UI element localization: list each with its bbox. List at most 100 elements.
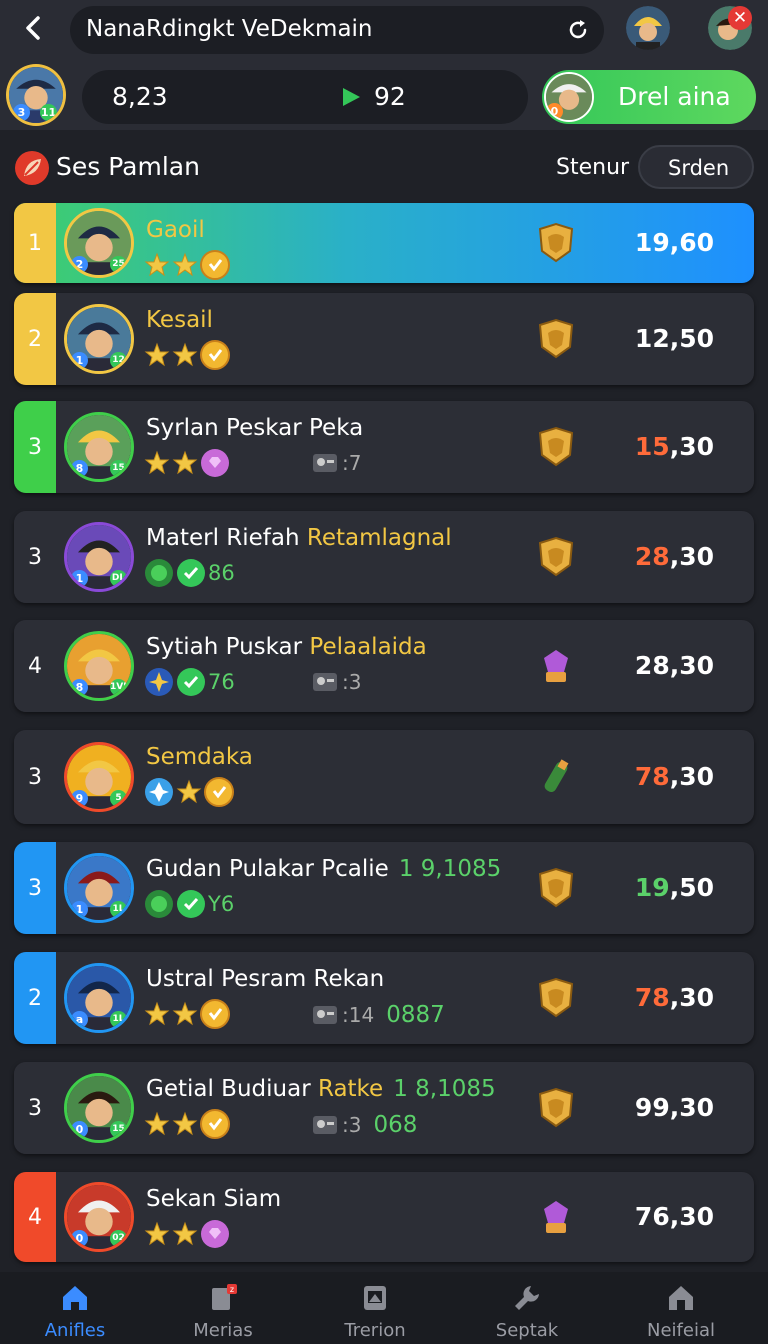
purple-gem-icon[interactable] <box>534 1195 578 1239</box>
green-token-icon <box>145 890 173 918</box>
player-score: 78,30 <box>634 983 714 1012</box>
player-score: 19,60 <box>634 228 714 257</box>
star-icon <box>144 450 170 475</box>
coin-icon <box>200 999 230 1029</box>
player-avatar[interactable]: 8 1VL <box>64 631 134 701</box>
player-name: Ustral Pesram Rekan <box>146 966 394 992</box>
purple-gem-icon[interactable] <box>534 644 578 688</box>
player-extra-score: 1 9,1085 <box>398 856 502 882</box>
nav-media[interactable]: z Merias <box>148 1272 298 1344</box>
player-avatar[interactable]: a 1L <box>64 963 134 1033</box>
player-level-badge: 1 <box>71 901 88 918</box>
shield-trophy-icon[interactable] <box>534 535 578 579</box>
shield-trophy-icon[interactable] <box>534 866 578 910</box>
player-level-badge: 1 <box>71 570 88 587</box>
player-name-text: Sekan Siam <box>146 1186 282 1212</box>
player-name-highlight: Retamlagnal <box>306 525 452 551</box>
friend-avatar[interactable] <box>626 6 670 50</box>
sort-label[interactable]: Stenur <box>556 155 629 180</box>
map-icon <box>364 1286 386 1310</box>
leaderboard-row[interactable]: 3 9 5 Semdaka 78,30 <box>14 730 754 824</box>
shield-trophy-icon[interactable] <box>534 317 578 361</box>
player-level-badge: 9 <box>71 790 88 807</box>
player-avatar[interactable]: 8 15 <box>64 412 134 482</box>
action-avatar: 0 <box>544 72 594 122</box>
player-level-badge: 8 <box>71 460 88 477</box>
search-bar[interactable]: NanaRdingkt VeDekmain <box>70 6 604 54</box>
diamond-icon <box>145 778 173 806</box>
close-badge-icon[interactable]: ✕ <box>728 6 752 30</box>
rating-stars: Y6 <box>144 888 234 920</box>
rank-cell: 2 <box>14 293 56 385</box>
team-count: :14 <box>342 1003 375 1027</box>
player-score: 28,30 <box>634 651 714 680</box>
score-whole: 15 <box>634 432 670 461</box>
house-icon <box>669 1286 693 1310</box>
token-count: 76 <box>208 670 235 694</box>
team-meta: :3 <box>312 670 361 694</box>
leaderboard-row[interactable]: 2 a 1L Ustral Pesram Rekan:14 0887 78,30 <box>14 952 754 1044</box>
nav-settings[interactable]: Septak <box>452 1272 602 1344</box>
shield-trophy-icon[interactable] <box>534 1086 578 1130</box>
leaderboard-row[interactable]: 1 2 25 Gaoil 19,60 <box>14 203 754 283</box>
team-extra: 068 <box>373 1112 418 1138</box>
team-meta: :3 068 <box>312 1112 417 1138</box>
leaderboard-row[interactable]: 3 8 15 Syrlan Peskar Peka:7 15,30 <box>14 401 754 493</box>
player-rank-badge: 1L <box>110 1011 127 1028</box>
rank-cell: 3 <box>14 842 56 934</box>
player-name: Sytiah Puskar Pelaalaida <box>146 634 437 660</box>
star-icon <box>172 1221 198 1246</box>
team-icon <box>313 454 337 472</box>
sort-button[interactable]: Srden <box>638 145 754 189</box>
player-avatar[interactable]: 95 <box>64 742 134 812</box>
player-name: Materl Riefah Retamlagnal <box>146 525 462 551</box>
my-avatar[interactable]: 3 11 <box>6 64 66 126</box>
player-score: 99,30 <box>634 1093 714 1122</box>
player-avatar[interactable]: 1 1L <box>64 853 134 923</box>
player-avatar[interactable]: 0 02 <box>64 1182 134 1252</box>
leaderboard-row[interactable]: 4 8 1VL Sytiah Puskar Pelaalaida 76:3 28,30 <box>14 620 754 712</box>
star-icon <box>172 1001 198 1026</box>
check-badge-icon <box>177 890 205 918</box>
shield-trophy-icon[interactable] <box>534 425 578 469</box>
player-avatar[interactable]: 1 12 <box>64 304 134 374</box>
shield-trophy-icon[interactable] <box>534 221 578 265</box>
refresh-icon[interactable] <box>566 18 590 42</box>
team-count: :7 <box>342 451 362 475</box>
score-fraction: 30 <box>679 762 714 791</box>
rank-cell: 3 <box>14 401 56 493</box>
player-name-highlight: Pelaalaida <box>309 634 427 660</box>
stats-pill: 8,23 92 <box>82 70 528 124</box>
top-bar: NanaRdingkt VeDekmain ✕ 3 11 8,23 92 0 D… <box>0 0 768 130</box>
player-avatar[interactable]: 2 25 <box>64 208 134 278</box>
player-level-badge: a <box>71 1011 88 1028</box>
home-icon <box>63 1286 87 1310</box>
score-whole: 28 <box>634 542 670 571</box>
player-avatar[interactable]: 1 DL <box>64 522 134 592</box>
nav-terrain[interactable]: Trerion <box>300 1272 450 1344</box>
leaderboard-row[interactable]: 3 0 15 Getial Budiuar Ratke 1 8,1085:3 068 99,… <box>14 1062 754 1154</box>
coin-icon <box>200 250 230 280</box>
nav-home[interactable]: Anifles <box>0 1272 150 1344</box>
leaderboard-row[interactable]: 3 1 1L Gudan Pulakar Pcalie 1 9,1085 Y6 19,50 <box>14 842 754 934</box>
player-name: Getial Budiuar Ratke 1 8,1085 <box>146 1076 496 1102</box>
nav-profile[interactable]: Neifeial <box>606 1272 756 1344</box>
leaderboard-row[interactable]: 2 1 12 Kesail 12,50 <box>14 293 754 385</box>
score-whole: 78 <box>634 983 670 1012</box>
shield-trophy-icon[interactable] <box>534 976 578 1020</box>
action-button[interactable]: 0 Drel aina <box>542 70 756 124</box>
score-fraction: 30 <box>679 432 714 461</box>
star-icon <box>144 1001 170 1026</box>
player-score: 12,50 <box>634 324 714 353</box>
leaderboard-row[interactable]: 4 0 02 Sekan Siam 76,30 <box>14 1172 754 1262</box>
player-name-text: Gudan Pulakar Pcalie <box>146 856 389 882</box>
player-name-text: Getial Budiuar <box>146 1076 318 1102</box>
svg-text:z: z <box>230 1285 234 1294</box>
player-avatar[interactable]: 0 15 <box>64 1073 134 1143</box>
back-arrow-icon[interactable] <box>18 12 50 44</box>
potion-bottle-icon[interactable] <box>534 755 578 799</box>
leaderboard-row[interactable]: 3 1 DL Materl Riefah Retamlagnal 86 28,30 <box>14 511 754 603</box>
rank-number: 3 <box>28 875 42 901</box>
rating-stars <box>144 998 230 1030</box>
star-icon <box>144 1111 170 1136</box>
